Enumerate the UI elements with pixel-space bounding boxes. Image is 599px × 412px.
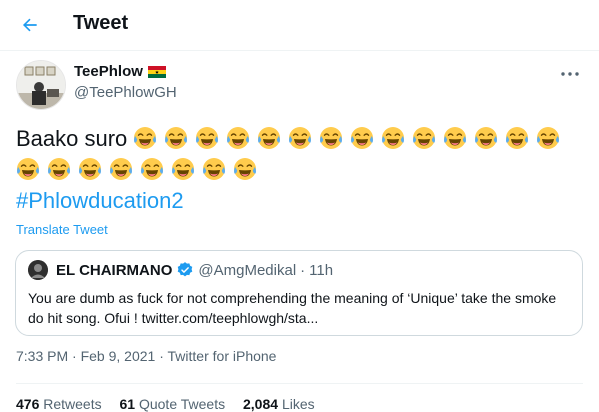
face-with-tears-of-joy-icon [171, 157, 195, 181]
quoted-tweet-text: You are dumb as fuck for not comprehendi… [28, 290, 557, 326]
face-with-tears-of-joy-icon [195, 126, 219, 150]
page-title: Tweet [73, 12, 129, 34]
tweet-text: Baako suro #Phlowducation2 [16, 124, 576, 216]
quoted-timestamp: 11h [309, 261, 334, 279]
face-with-tears-of-joy-icon [164, 126, 188, 150]
face-with-tears-of-joy-icon [233, 157, 257, 181]
face-with-tears-of-joy-icon [133, 126, 157, 150]
quoted-tweet-card[interactable]: EL CHAIRMANO @AmgMedikal · 11h You are d… [15, 250, 583, 336]
quote-tweets-label: Quote Tweets [138, 396, 226, 412]
author-name-row[interactable]: TeePhlow [74, 63, 166, 80]
author-name[interactable]: TeePhlow [74, 63, 143, 80]
likes-label: Likes [281, 396, 315, 412]
author-handle[interactable]: @TeePhlowGH [74, 84, 177, 101]
face-with-tears-of-joy-icon [16, 157, 40, 181]
quote-tweets-count: 61 [119, 396, 136, 412]
avatar-image [17, 61, 65, 109]
tweet-time[interactable]: 7:33 PM [16, 348, 68, 364]
tweet-text-words: Baako suro [16, 126, 128, 151]
emoji-group-2 [16, 155, 576, 186]
arrow-left-icon [22, 18, 37, 32]
face-with-tears-of-joy-icon [140, 157, 164, 181]
more-options-icon[interactable] [558, 66, 582, 82]
face-with-tears-of-joy-icon [288, 126, 312, 150]
hashtag-link[interactable]: #Phlowducation2 [16, 186, 576, 216]
likes-stat[interactable]: 2,084 Likes [243, 396, 315, 412]
face-with-tears-of-joy-icon [381, 126, 405, 150]
emoji-group-1 [133, 126, 567, 151]
quoted-author-handle: @AmgMedikal [198, 261, 297, 279]
face-with-tears-of-joy-icon [536, 126, 560, 150]
meta-separator: · [159, 348, 164, 364]
ghana-flag-icon [147, 65, 166, 78]
face-with-tears-of-joy-icon [474, 126, 498, 150]
retweets-label: Retweets [43, 396, 102, 412]
face-with-tears-of-joy-icon [202, 157, 226, 181]
face-with-tears-of-joy-icon [109, 157, 133, 181]
quoted-author-name: EL CHAIRMANO [56, 261, 173, 279]
face-with-tears-of-joy-icon [226, 126, 250, 150]
face-with-tears-of-joy-icon [412, 126, 436, 150]
top-bar: Tweet [0, 0, 599, 51]
tweet-source[interactable]: Twitter for iPhone [168, 348, 277, 364]
quote-tweets-stat[interactable]: 61 Quote Tweets [120, 396, 226, 412]
face-with-tears-of-joy-icon [350, 126, 374, 150]
retweets-stat[interactable]: 476 Retweets [16, 396, 102, 412]
meta-separator: · [72, 348, 77, 364]
verified-badge-icon [178, 262, 193, 277]
quoted-separator: · [300, 261, 306, 279]
tweet-line-1: Baako suro [16, 124, 576, 155]
face-with-tears-of-joy-icon [78, 157, 102, 181]
translate-tweet-link[interactable]: Translate Tweet [16, 222, 108, 237]
back-button[interactable] [14, 9, 46, 41]
face-with-tears-of-joy-icon [319, 126, 343, 150]
divider [16, 383, 583, 384]
face-with-tears-of-joy-icon [505, 126, 529, 150]
quoted-avatar [28, 260, 48, 280]
quoted-tweet-header: EL CHAIRMANO @AmgMedikal · 11h [28, 260, 333, 280]
face-with-tears-of-joy-icon [443, 126, 467, 150]
retweets-count: 476 [16, 396, 40, 412]
face-with-tears-of-joy-icon [257, 126, 281, 150]
face-with-tears-of-joy-icon [47, 157, 71, 181]
tweet-date[interactable]: Feb 9, 2021 [81, 348, 156, 364]
likes-count: 2,084 [243, 396, 279, 412]
tweet-stats: 476 Retweets 61 Quote Tweets 2,084 Likes [16, 396, 315, 412]
tweet-meta: 7:33 PM · Feb 9, 2021 · Twitter for iPho… [16, 348, 276, 364]
author-avatar[interactable] [16, 60, 66, 110]
